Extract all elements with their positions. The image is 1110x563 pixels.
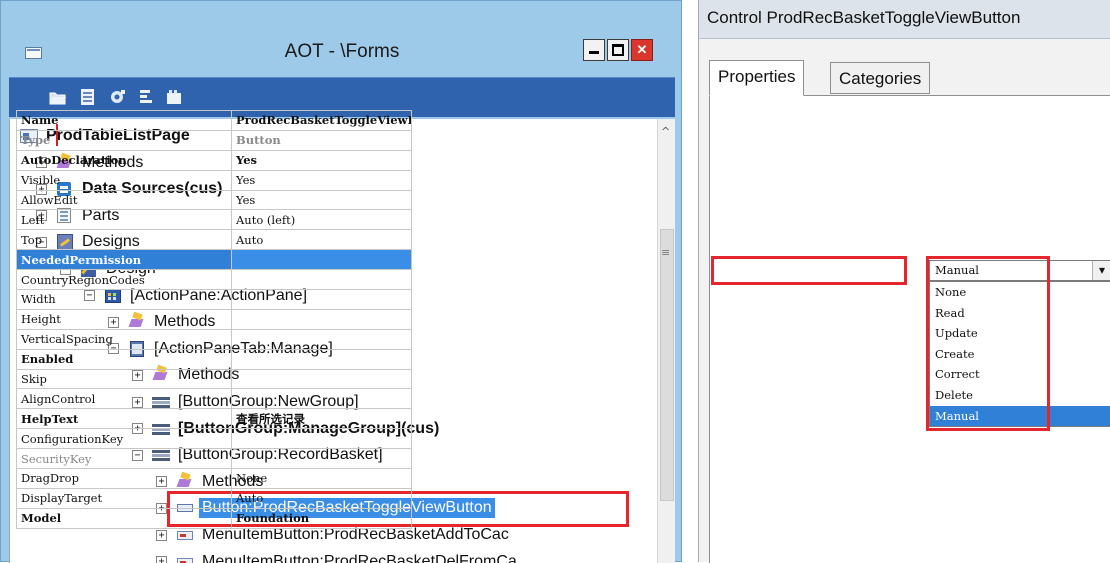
property-name[interactable]: Width xyxy=(16,289,232,310)
property-value[interactable] xyxy=(231,428,412,450)
property-name[interactable]: HelpText xyxy=(16,408,232,430)
property-name[interactable]: SecurityKey xyxy=(16,448,232,470)
property-row[interactable]: Skip xyxy=(16,368,412,390)
property-value[interactable]: Auto xyxy=(231,229,412,251)
maximize-button[interactable] xyxy=(607,39,629,61)
tree-node[interactable]: + MenuItemButton:ProdRecBasketDelFromCa xyxy=(156,549,517,563)
property-row[interactable]: DisplayTarget Auto xyxy=(16,487,412,509)
tree-node-label: MenuItemButton:ProdRecBasketDelFromCa xyxy=(202,552,517,563)
chevron-down-icon[interactable]: ▾ xyxy=(1092,261,1110,280)
property-row[interactable]: VerticalSpacing xyxy=(16,328,412,350)
property-row[interactable]: Enabled xyxy=(16,348,412,370)
property-name[interactable]: Enabled xyxy=(16,348,232,370)
property-name[interactable]: AlignControl xyxy=(16,388,232,410)
property-value[interactable] xyxy=(231,328,412,350)
property-row[interactable]: Visible Yes xyxy=(16,169,412,191)
close-icon: ✕ xyxy=(636,42,648,57)
expand-icon[interactable]: + xyxy=(156,529,167,541)
property-value[interactable] xyxy=(231,388,412,410)
highlight-box-needed-permission xyxy=(711,256,907,285)
compile-icon[interactable] xyxy=(109,88,127,106)
property-row[interactable]: AllowEdit Yes xyxy=(16,189,412,211)
tab-properties[interactable]: Properties xyxy=(709,60,805,96)
import-icon[interactable] xyxy=(137,88,155,106)
highlight-box-dropdown xyxy=(926,256,1050,431)
tab-categories[interactable]: Categories xyxy=(830,62,931,94)
property-value[interactable]: None xyxy=(231,468,412,489)
property-grid: NameProdRecBasketToggleViewButtonTypeBut… xyxy=(16,110,412,529)
property-row[interactable]: NeededPermission xyxy=(16,249,412,271)
property-value[interactable] xyxy=(231,368,412,390)
property-name[interactable]: Visible xyxy=(16,169,232,191)
property-name[interactable]: Height xyxy=(16,308,232,330)
open-folder-icon[interactable] xyxy=(49,88,67,106)
property-name[interactable]: VerticalSpacing xyxy=(16,328,232,350)
property-value[interactable] xyxy=(231,269,412,291)
property-row[interactable]: Height xyxy=(16,308,412,330)
maximize-icon xyxy=(612,44,624,56)
aot-title-bar[interactable]: AOT - \Forms ✕ xyxy=(9,33,675,77)
property-value[interactable]: ProdRecBasketToggleViewButton xyxy=(231,110,412,131)
property-row[interactable]: Model Foundation xyxy=(16,507,412,529)
property-name[interactable]: Name xyxy=(16,110,232,131)
scroll-grip-icon: ≡ xyxy=(661,246,671,259)
property-value[interactable] xyxy=(231,348,412,370)
property-name[interactable]: CountryRegionCodes xyxy=(16,269,232,291)
property-value[interactable]: 查看所选记录 xyxy=(231,408,412,430)
minimize-icon xyxy=(589,51,599,54)
property-row[interactable]: HelpText 查看所选记录 xyxy=(16,408,412,430)
close-button[interactable]: ✕ xyxy=(631,39,653,61)
aot-window-title: AOT - \Forms xyxy=(284,41,400,62)
property-value[interactable] xyxy=(231,448,412,470)
property-name[interactable]: AutoDeclaration xyxy=(16,149,232,171)
layout-icon[interactable] xyxy=(165,88,183,106)
property-row[interactable]: AlignControl xyxy=(16,388,412,410)
property-row[interactable]: DragDrop None xyxy=(16,468,412,489)
property-name[interactable]: Type xyxy=(16,129,232,151)
property-name[interactable]: Top xyxy=(16,229,232,251)
menuitembutton-icon xyxy=(176,553,194,563)
property-name[interactable]: ConfigurationKey xyxy=(16,428,232,450)
property-value[interactable] xyxy=(231,308,412,330)
property-row[interactable]: Left Auto (left) xyxy=(16,209,412,231)
property-row[interactable]: Top Auto xyxy=(16,229,412,251)
property-name[interactable]: NeededPermission xyxy=(16,249,232,271)
property-value[interactable]: Button xyxy=(231,129,412,151)
property-value[interactable]: Auto xyxy=(231,487,412,509)
scroll-thumb[interactable] xyxy=(660,229,674,501)
pane-divider xyxy=(682,0,698,562)
property-value[interactable]: Auto (left) xyxy=(231,209,412,231)
property-row[interactable]: Width xyxy=(16,289,412,310)
properties-icon[interactable] xyxy=(79,88,97,106)
tree-scrollbar[interactable]: ^ ≡ xyxy=(657,119,675,563)
property-row[interactable]: CountryRegionCodes xyxy=(16,269,412,291)
property-name[interactable]: Model xyxy=(16,507,232,529)
property-value[interactable]: Yes xyxy=(231,189,412,211)
minimize-button[interactable] xyxy=(583,39,605,61)
property-name[interactable]: DragDrop xyxy=(16,468,232,489)
property-value[interactable]: Yes xyxy=(231,149,412,171)
property-row[interactable]: NameProdRecBasketToggleViewButton xyxy=(16,110,412,131)
property-name[interactable]: Skip xyxy=(16,368,232,390)
property-name[interactable]: DisplayTarget xyxy=(16,487,232,509)
property-value[interactable]: Yes xyxy=(231,169,412,191)
property-name[interactable]: Left xyxy=(16,209,232,231)
property-value[interactable] xyxy=(231,249,412,271)
property-row[interactable]: ConfigurationKey xyxy=(16,428,412,450)
scroll-up-icon[interactable]: ^ xyxy=(661,125,670,138)
properties-header: Control ProdRecBasketToggleViewButton xyxy=(699,0,1110,39)
property-row[interactable]: Type Button xyxy=(16,129,412,151)
properties-title: Control ProdRecBasketToggleViewButton xyxy=(707,8,1021,27)
property-name[interactable]: AllowEdit xyxy=(16,189,232,211)
property-value[interactable] xyxy=(231,289,412,310)
property-value[interactable]: Foundation xyxy=(231,507,412,529)
property-row[interactable]: SecurityKey xyxy=(16,448,412,470)
property-row[interactable]: AutoDeclaration Yes xyxy=(16,149,412,171)
